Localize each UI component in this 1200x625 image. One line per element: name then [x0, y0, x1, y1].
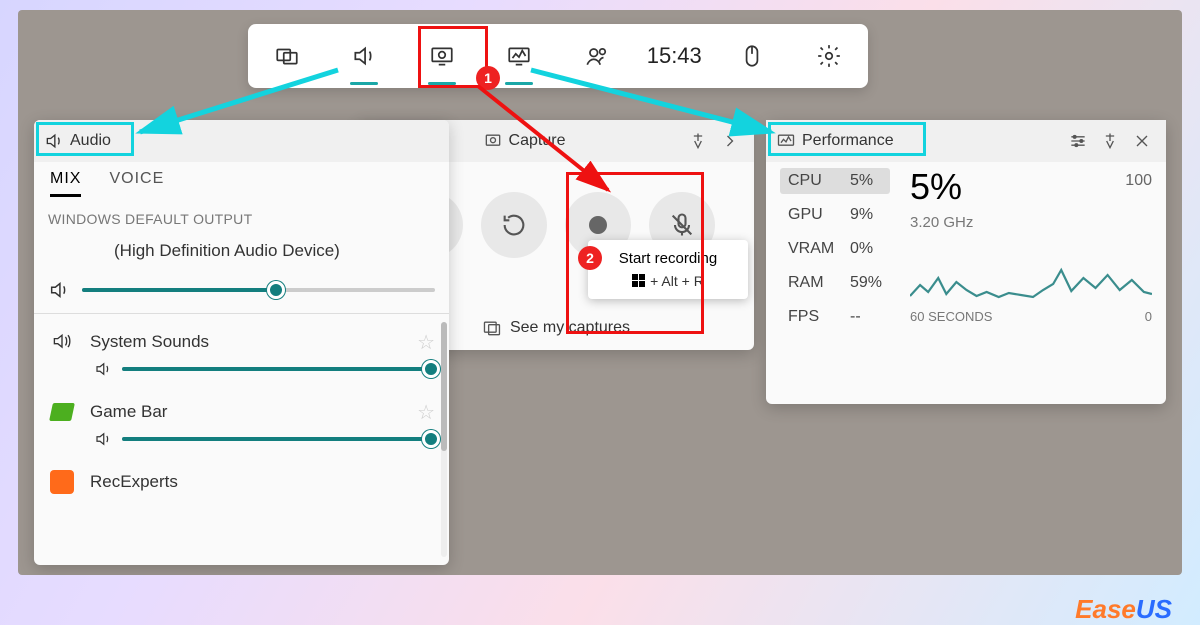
favorite-star[interactable]: ☆: [417, 330, 435, 355]
widgets-button[interactable]: [261, 30, 313, 82]
stat-cpu[interactable]: CPU5%: [780, 168, 890, 194]
speaker-icon: [48, 279, 70, 301]
tooltip-shortcut: + Alt + R: [650, 273, 704, 289]
perf-options-button[interactable]: [1064, 127, 1092, 155]
tooltip-title: Start recording: [598, 250, 738, 267]
perf-big-value: 5%: [910, 166, 1152, 208]
perf-stat-list: CPU5% GPU9% VRAM0% RAM59% FPS--: [780, 166, 890, 330]
app-list-scrollbar[interactable]: [441, 322, 447, 557]
audio-header: Audio: [34, 120, 449, 162]
windows-key-icon: [632, 274, 646, 288]
performance-header: Performance: [766, 120, 1166, 162]
see-captures-link[interactable]: See my captures: [482, 318, 630, 338]
mouse-indicator-button[interactable]: [726, 30, 778, 82]
speaker-icon: [94, 430, 112, 448]
app-row: Game Bar ☆: [34, 388, 449, 458]
app-volume-list: System Sounds ☆ Game Bar ☆: [34, 313, 449, 565]
audio-button[interactable]: [338, 30, 390, 82]
tab-voice[interactable]: VOICE: [109, 170, 164, 197]
perf-sparkline: [910, 230, 1152, 300]
close-button[interactable]: [1128, 127, 1156, 155]
app-row: System Sounds ☆: [34, 318, 449, 388]
app-name: Game Bar: [90, 402, 403, 422]
clock: 15:43: [648, 30, 700, 82]
capture-title: Capture: [509, 132, 566, 150]
expand-button[interactable]: [716, 127, 744, 155]
gamebar-toolbar: 15:43: [248, 24, 868, 88]
speaker-icon: [94, 360, 112, 378]
system-sounds-icon: [48, 328, 76, 356]
stat-vram[interactable]: VRAM0%: [780, 236, 890, 262]
see-captures-label: See my captures: [510, 319, 630, 337]
stat-fps[interactable]: FPS--: [780, 304, 890, 330]
speaker-icon: [44, 131, 64, 151]
xbox-social-button[interactable]: [571, 30, 623, 82]
pin-button[interactable]: [684, 127, 712, 155]
capture-button[interactable]: [416, 30, 468, 82]
app-row: RecExperts: [34, 458, 449, 500]
recexperts-icon: [48, 468, 76, 496]
capture-icon: [483, 131, 503, 151]
performance-button[interactable]: [493, 30, 545, 82]
gamebar-icon: [48, 398, 76, 426]
record-last-button[interactable]: [481, 192, 547, 258]
pin-button[interactable]: [1096, 127, 1124, 155]
tab-mix[interactable]: MIX: [50, 170, 81, 197]
audio-title: Audio: [70, 132, 111, 150]
app-volume-slider[interactable]: [122, 437, 431, 441]
perf-xlabel: 60 SECONDS: [910, 309, 992, 324]
record-dot-icon: [589, 216, 607, 234]
app-name: RecExperts: [90, 472, 435, 492]
start-recording-tooltip: Start recording + Alt + R: [588, 240, 748, 299]
app-volume-slider[interactable]: [122, 367, 431, 371]
app-name: System Sounds: [90, 332, 403, 352]
settings-button[interactable]: [803, 30, 855, 82]
output-device-name: (High Definition Audio Device): [34, 233, 449, 275]
master-volume-slider[interactable]: [82, 288, 435, 292]
stat-ram[interactable]: RAM59%: [780, 270, 890, 296]
performance-title: Performance: [802, 132, 894, 150]
favorite-star[interactable]: ☆: [417, 400, 435, 425]
gallery-icon: [482, 318, 502, 338]
perf-clock: 3.20 GHz: [910, 214, 1152, 231]
performance-widget: Performance CPU5% GPU9% VRAM0% RAM59% FP…: [766, 120, 1166, 404]
perf-xright: 0: [1145, 309, 1152, 324]
performance-icon: [776, 131, 796, 151]
audio-widget: Audio MIX VOICE WINDOWS DEFAULT OUTPUT (…: [34, 120, 449, 565]
perf-ymax: 100: [1125, 172, 1152, 190]
screenshot-region: 15:43 1 Capture Start recording: [18, 10, 1182, 575]
stat-gpu[interactable]: GPU9%: [780, 202, 890, 228]
easeus-watermark: EaseUS: [1075, 594, 1172, 625]
output-section-label: WINDOWS DEFAULT OUTPUT: [34, 197, 449, 233]
